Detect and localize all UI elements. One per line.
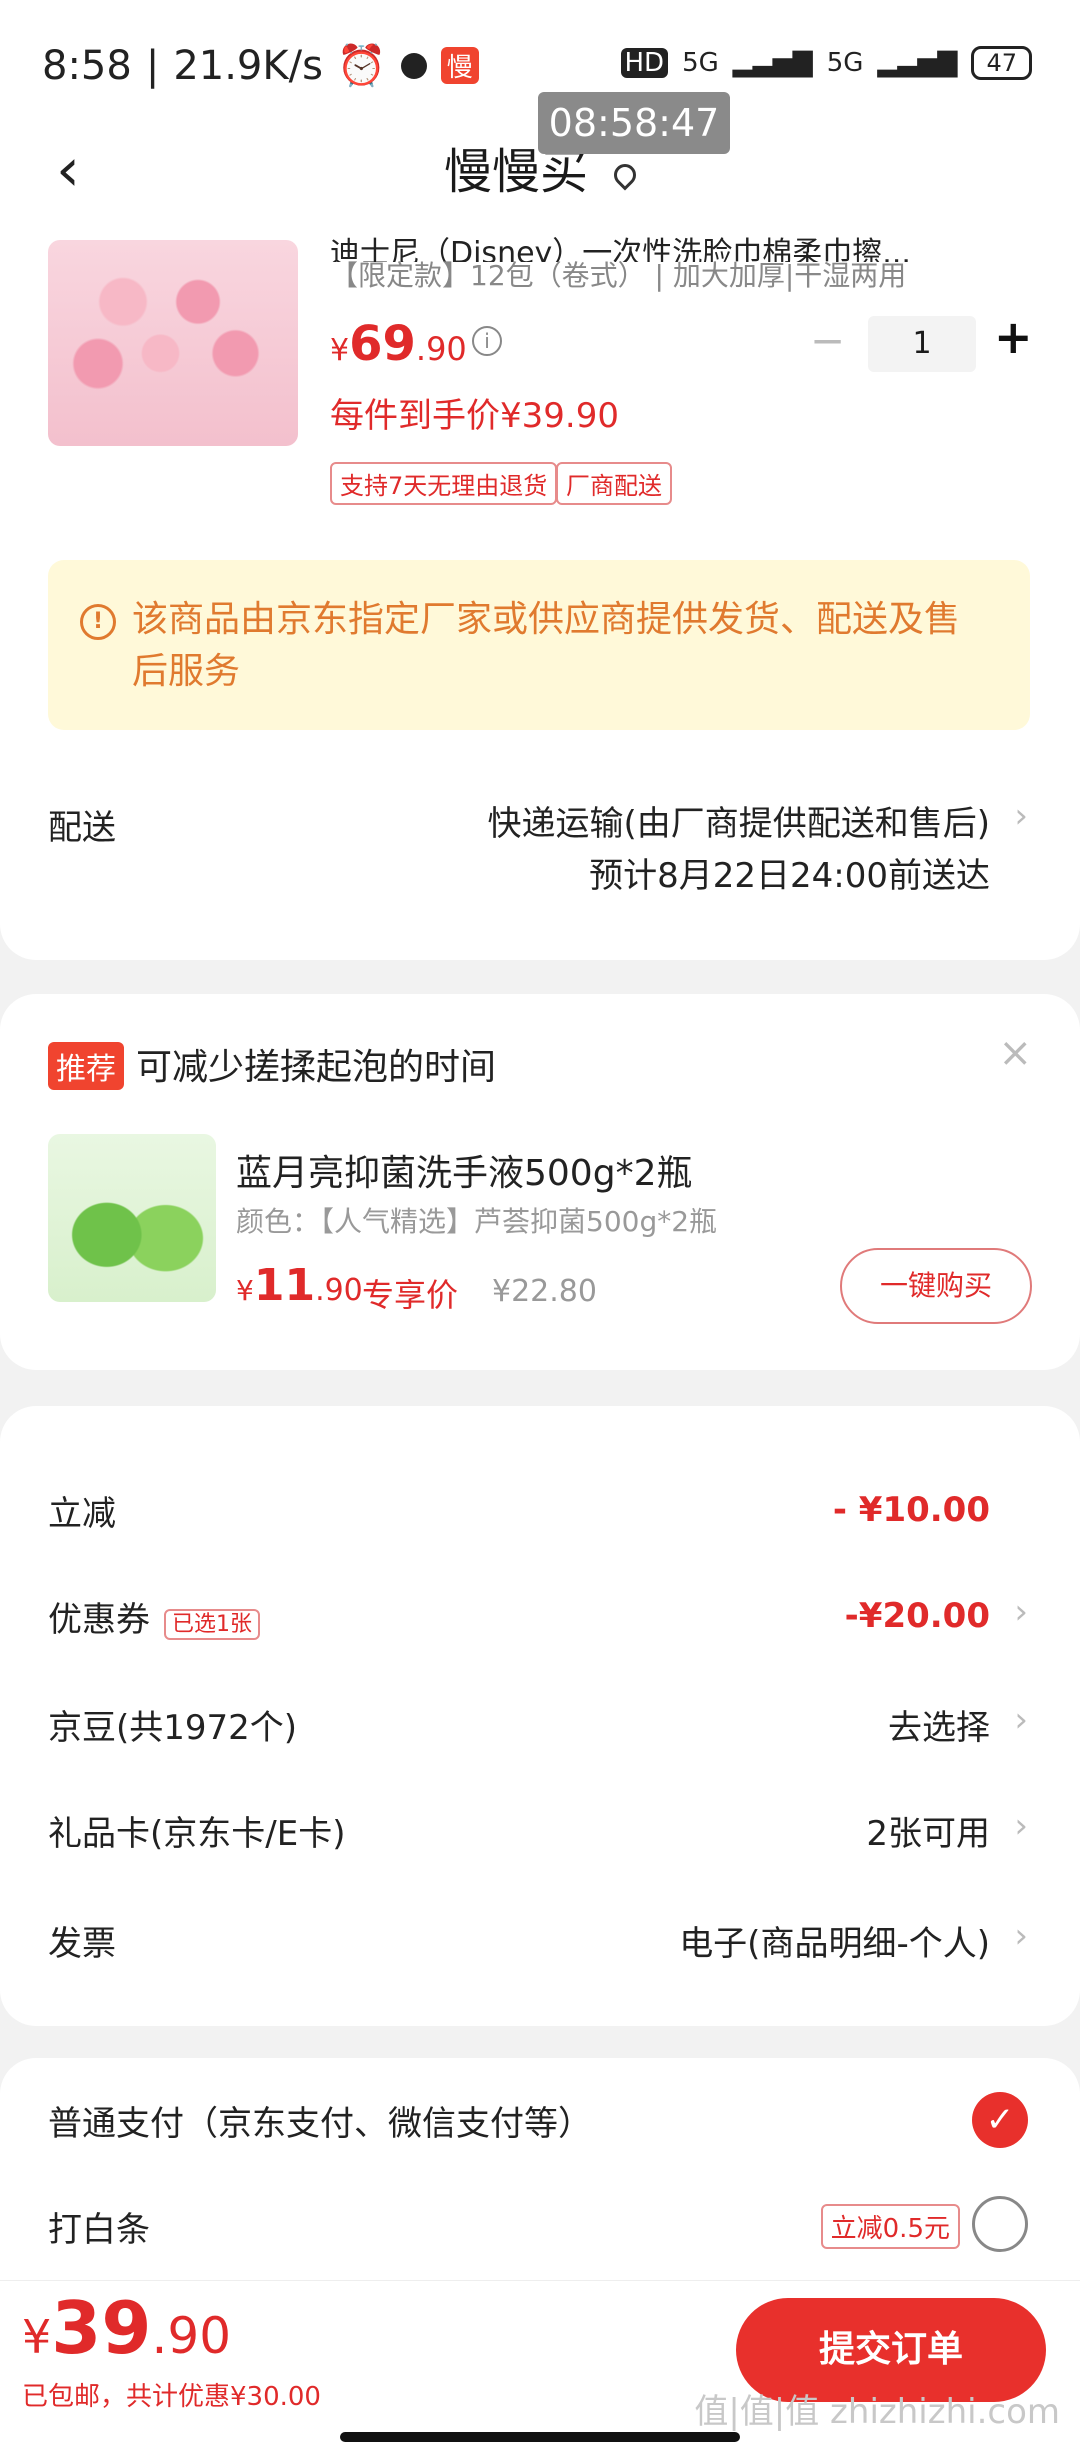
recommend-card: 推荐 可减少搓揉起泡的时间 × 蓝月亮抑菌洗手液500g*2瓶 颜色：【人气精选… (0, 994, 1080, 1370)
clock: 8:58 (42, 42, 132, 89)
overlay-time: 08:58:47 (538, 92, 730, 154)
shipping-label: 配送 (48, 808, 116, 848)
discount-value: - ¥10.00 (832, 1490, 990, 1530)
baitiao-radio[interactable] (972, 2196, 1028, 2252)
app-icon: 慢 (440, 47, 479, 84)
home-indicator[interactable] (340, 2432, 740, 2442)
free-shipping-note: 已包邮，共计优惠¥30.00 (22, 2382, 321, 2412)
hd-icon: HD (620, 48, 669, 78)
jingdou-label: 京豆(共1972个) (48, 1708, 298, 1748)
net-label-1: 5G (682, 48, 719, 78)
notice-text: 该商品由京东指定厂家或供应商提供发货、配送及售后服务 (132, 599, 961, 692)
recommend-title: 可减少搓揉起泡的时间 (136, 1047, 497, 1088)
signal-icon: ▂▃▅▇ (732, 48, 813, 78)
product-price: ¥69.90 (330, 316, 467, 372)
status-right: HD 5G ▂▃▅▇ 5G ▂▃▅▇ 47 (620, 46, 1032, 80)
chevron-right-icon[interactable]: › (1014, 1700, 1028, 1740)
return-policy-tag: 支持7天无理由退货 (330, 462, 558, 505)
coupon-value[interactable]: -¥20.00 (845, 1596, 990, 1636)
chevron-right-icon[interactable]: › (1014, 1806, 1028, 1846)
product-spec[interactable]: 【限定款】12包（卷式） | 加大加厚|干湿两用 (330, 254, 906, 294)
product-card: 迪士尼（Disney）一次性洗脸巾棉柔巾擦... 【限定款】12包（卷式） | … (0, 236, 1080, 960)
invoice-value[interactable]: 电子(商品明细-个人) (679, 1916, 990, 1965)
quantity-input[interactable]: 1 (868, 316, 976, 372)
vendor-delivery-tag: 厂商配送 (556, 462, 672, 505)
original-price: ¥22.80 (492, 1274, 597, 1309)
watermark: 值|值|值 zhizhizhi.com (694, 2392, 1060, 2432)
chevron-right-icon[interactable]: › (1014, 1916, 1028, 1956)
checkmark-icon[interactable]: ✓ (972, 2092, 1028, 2148)
qty-minus-button[interactable]: − (810, 316, 845, 365)
chevron-right-icon[interactable]: › (1014, 1592, 1028, 1632)
alarm-icon: ⏰ (336, 43, 387, 89)
close-icon[interactable]: × (998, 1030, 1032, 1076)
coupon-label: 优惠券 (48, 1600, 150, 1640)
recommend-product-image[interactable] (48, 1134, 216, 1302)
giftcard-value[interactable]: 2张可用 (866, 1806, 990, 1855)
recommend-price: ¥11.90 (236, 1260, 363, 1311)
baitiao-label[interactable]: 打白条 (48, 2202, 150, 2251)
baitiao-discount-tag: 立减0.5元 (820, 2204, 960, 2249)
total-price: ¥39.90 (22, 2286, 232, 2370)
discount-label: 立减 (48, 1494, 116, 1534)
status-left: 8:58 | 21.9K/s ⏰ 慢 (42, 42, 479, 89)
product-image[interactable] (48, 240, 298, 446)
recommend-product-name[interactable]: 蓝月亮抑菌洗手液500g*2瓶 (236, 1144, 692, 1196)
order-summary-card: 立减 - ¥10.00 优惠券 已选1张 -¥20.00 › 京豆(共1972个)… (0, 1406, 1080, 2026)
shipping-eta: 预计8月22日24:00前送达 (589, 856, 990, 896)
divider: | (145, 42, 160, 89)
exclusive-price-label: 专享价 (362, 1276, 459, 1314)
net-label-2: 5G (826, 48, 864, 78)
recommend-badge: 推荐 (48, 1042, 124, 1090)
chevron-right-icon[interactable]: › (1014, 796, 1028, 836)
location-pin-icon[interactable] (609, 159, 641, 191)
shipping-method[interactable]: 快递运输(由厂商提供配送和售后) (487, 796, 990, 845)
app-dot-icon (400, 52, 427, 79)
qty-plus-button[interactable]: + (994, 310, 1033, 364)
per-item-price: 每件到手价¥39.90 (330, 396, 619, 436)
normal-pay-label[interactable]: 普通支付（京东支付、微信支付等） (48, 2096, 592, 2145)
recommend-product-spec: 颜色：【人气精选】芦荟抑菌500g*2瓶 (236, 1205, 718, 1238)
payment-card: 普通支付（京东支付、微信支付等） ✓ 打白条 立减0.5元 (0, 2058, 1080, 2298)
price-info-icon[interactable]: i (472, 326, 502, 356)
vendor-notice: ! 该商品由京东指定厂家或供应商提供发货、配送及售后服务 (48, 560, 1030, 730)
one-click-buy-button[interactable]: 一键购买 (840, 1248, 1032, 1324)
invoice-label: 发票 (48, 1924, 116, 1964)
battery-icon: 47 (971, 46, 1032, 80)
jingdou-value[interactable]: 去选择 (888, 1700, 990, 1749)
giftcard-label: 礼品卡(京东卡/E卡) (48, 1814, 346, 1854)
net-speed: 21.9K/s (173, 42, 323, 89)
info-icon: ! (80, 604, 116, 640)
signal-icon-2: ▂▃▅▇ (877, 48, 958, 78)
coupon-selected-tag: 已选1张 (164, 1608, 260, 1640)
coupon-row[interactable]: 优惠券 已选1张 (48, 1592, 260, 1641)
